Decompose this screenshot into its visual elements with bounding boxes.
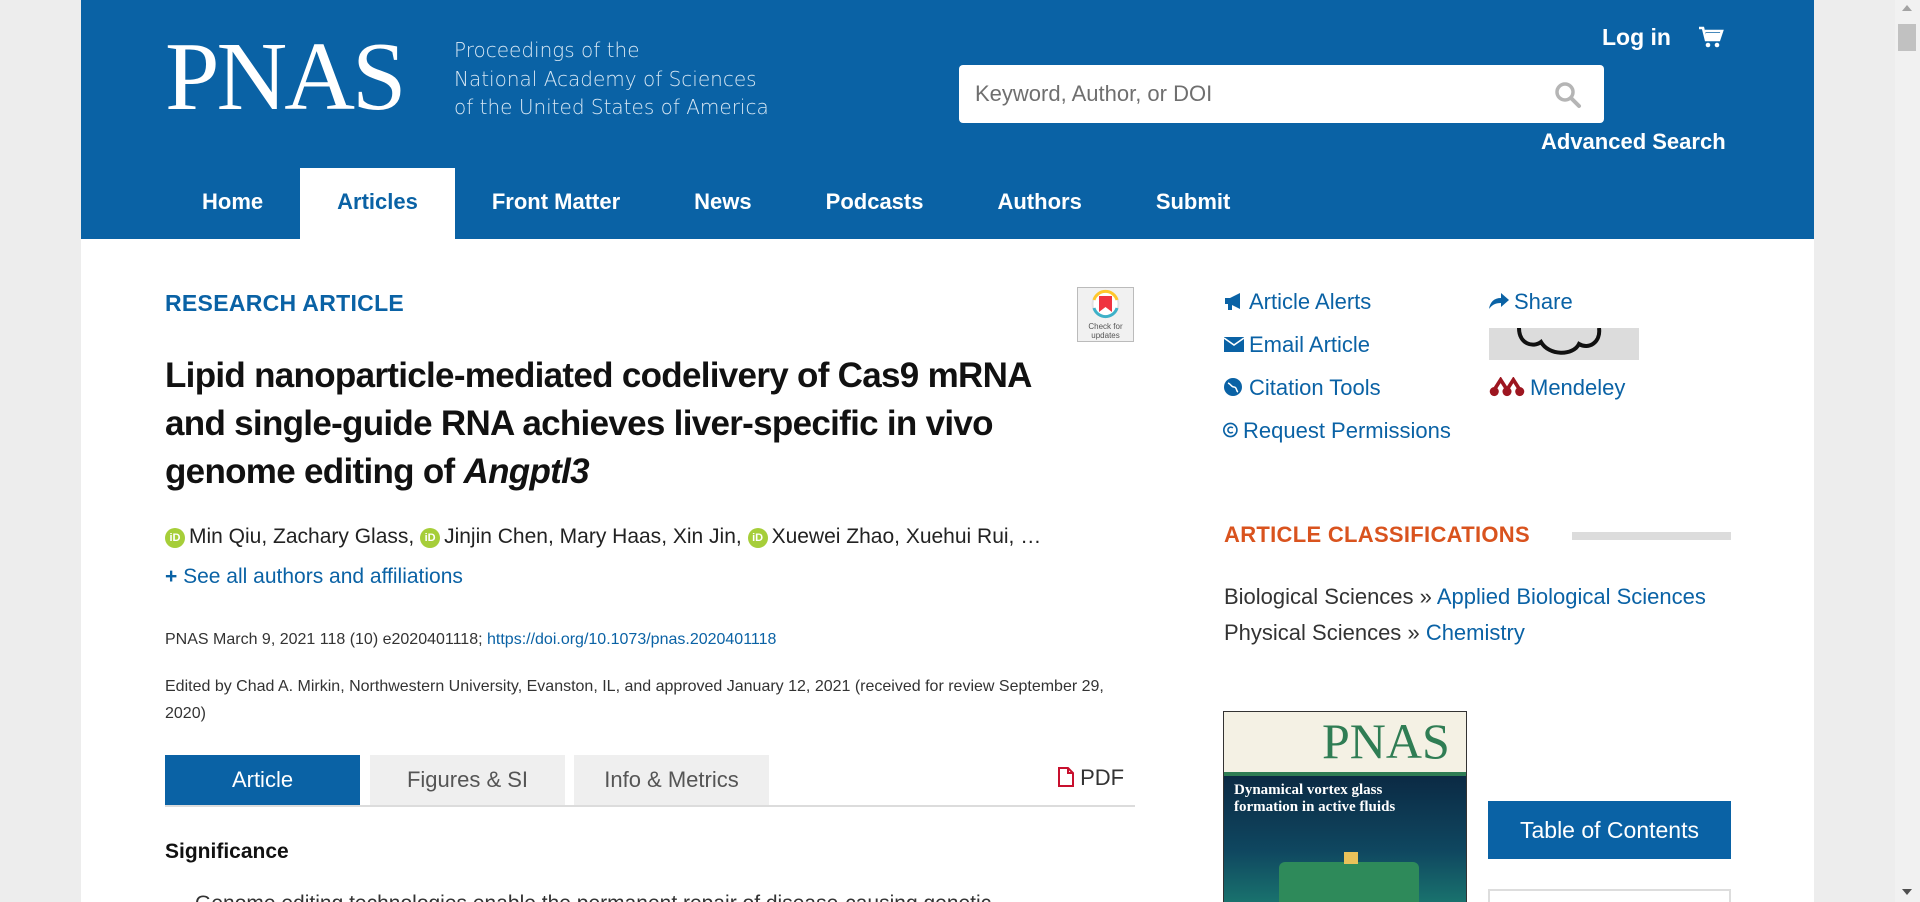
cart-icon[interactable] <box>1698 25 1724 49</box>
tagline-line: Proceedings of the <box>454 38 640 62</box>
cloud-icon <box>1517 328 1602 355</box>
main-nav: Home Articles Front Matter News Podcasts… <box>165 168 1267 239</box>
nav-home[interactable]: Home <box>165 168 300 239</box>
see-all-authors-link[interactable]: + See all authors and affiliations <box>165 565 463 589</box>
classification-category: Biological Sciences <box>1224 584 1414 609</box>
pdf-label: PDF <box>1080 765 1125 790</box>
classification-row: Physical Sciences » Chemistry <box>1224 620 1525 646</box>
authors-ellipsis: … <box>1020 525 1042 548</box>
orcid-icon[interactable]: iD <box>165 528 185 548</box>
cover-logo: PNAS <box>1322 713 1450 769</box>
author-name[interactable]: Min Qiu <box>189 525 261 548</box>
mendeley-label: Mendeley <box>1530 375 1626 400</box>
article-type-label: RESEARCH ARTICLE <box>165 290 405 316</box>
classification-separator: » <box>1407 620 1420 645</box>
edited-by-note: Edited by Chad A. Mirkin, Northwestern U… <box>165 678 1104 722</box>
doi-link[interactable]: https://doi.org/10.1073/pnas.2020401118 <box>487 631 776 648</box>
nav-authors[interactable]: Authors <box>960 168 1118 239</box>
author-name[interactable]: Zachary Glass <box>273 525 408 548</box>
globe-icon <box>1224 378 1242 396</box>
share-label: Share <box>1514 289 1573 314</box>
envelope-icon <box>1223 337 1245 352</box>
author-name[interactable]: Xuewei Zhao <box>772 525 895 548</box>
see-all-label: See all authors and affiliations <box>183 565 463 588</box>
classification-row: Biological Sciences » Applied Biological… <box>1224 584 1706 610</box>
email-article-link[interactable]: Email Article <box>1223 332 1370 358</box>
article-title: Lipid nanoparticle-mediated codelivery o… <box>165 352 1085 496</box>
megaphone-icon <box>1225 293 1240 310</box>
nav-submit[interactable]: Submit <box>1119 168 1268 239</box>
share-widget-placeholder <box>1489 328 1639 360</box>
pdf-link[interactable]: PDF <box>1058 765 1124 791</box>
tab-info-metrics[interactable]: Info & Metrics <box>574 755 769 805</box>
author-name[interactable]: Jinjin Chen <box>444 525 548 548</box>
article-alerts-label: Article Alerts <box>1249 289 1372 314</box>
cover-device <box>1279 862 1419 902</box>
citation-line: PNAS March 9, 2021 118 (10) e2020401118;… <box>165 631 776 649</box>
heading-divider <box>1572 532 1731 540</box>
site-header: PNAS Proceedings of the National Academy… <box>81 0 1814 239</box>
significance-heading: Significance <box>165 840 289 863</box>
citation-tools-label: Citation Tools <box>1249 375 1381 400</box>
classification-link[interactable]: Chemistry <box>1426 620 1525 645</box>
citation-tools-link[interactable]: Citation Tools <box>1223 375 1381 401</box>
classification-category: Physical Sciences <box>1224 620 1402 645</box>
cover-headline: Dynamical vortex glass formation in acti… <box>1234 782 1396 815</box>
search-input[interactable] <box>959 65 1539 123</box>
nav-podcasts[interactable]: Podcasts <box>789 168 961 239</box>
check-updates-label: Check for updates <box>1088 322 1123 340</box>
share-link[interactable]: Share <box>1488 289 1573 315</box>
article-title-main: Lipid nanoparticle-mediated codelivery o… <box>165 356 1031 491</box>
login-link[interactable]: Log in <box>1602 24 1671 51</box>
nav-news[interactable]: News <box>657 168 788 239</box>
nav-articles[interactable]: Articles <box>300 168 455 239</box>
tagline-line: National Academy of Sciences <box>454 66 757 91</box>
plus-icon: + <box>165 565 178 588</box>
author-name[interactable]: Mary Haas <box>560 525 662 548</box>
table-of-contents-button[interactable]: Table of Contents <box>1488 801 1731 859</box>
email-article-label: Email Article <box>1249 332 1371 357</box>
scroll-up-arrow-icon[interactable] <box>1902 5 1912 11</box>
significance-text: Genome editing technologies enable the p… <box>195 892 991 902</box>
article-title-gene: Angptl3 <box>463 452 590 491</box>
copyright-icon <box>1223 422 1238 438</box>
citation-text: PNAS March 9, 2021 118 (10) e2020401118; <box>165 631 487 648</box>
cover-glow <box>1344 852 1358 864</box>
pdf-file-icon <box>1058 767 1074 787</box>
article-classifications-heading: ARTICLE CLASSIFICATIONS <box>1224 522 1530 547</box>
advanced-search-link[interactable]: Advanced Search <box>1541 129 1726 155</box>
classification-separator: » <box>1419 584 1432 609</box>
scrollbar-thumb[interactable] <box>1898 24 1916 51</box>
vertical-scrollbar[interactable] <box>1895 0 1920 902</box>
request-permissions-link[interactable]: Request Permissions <box>1223 418 1451 444</box>
mendeley-link[interactable]: Mendeley <box>1488 375 1625 401</box>
article-alerts-link[interactable]: Article Alerts <box>1223 289 1371 315</box>
check-for-updates-badge[interactable]: Check for updates <box>1077 287 1134 342</box>
orcid-icon[interactable]: iD <box>747 528 768 548</box>
crossmark-icon <box>1091 290 1120 318</box>
nav-front-matter[interactable]: Front Matter <box>455 168 657 239</box>
author-list: iD Min Qiu, Zachary Glass, iD Jinjin Chen,… <box>165 525 1125 549</box>
orcid-icon[interactable]: iD <box>420 528 441 548</box>
scroll-down-arrow-icon[interactable] <box>1902 889 1912 895</box>
mendeley-icon <box>1489 377 1525 397</box>
page: PNAS Proceedings of the National Academy… <box>81 0 1814 902</box>
journal-cover-image[interactable]: PNAS Dynamical vortex glass formation in… <box>1223 711 1467 902</box>
author-name[interactable]: Xin Jin <box>673 525 736 548</box>
search-icon[interactable] <box>1554 81 1582 109</box>
toc-panel <box>1488 889 1731 902</box>
tab-article[interactable]: Article <box>165 755 360 805</box>
request-permissions-label: Request Permissions <box>1243 418 1451 443</box>
tab-figures-si[interactable]: Figures & SI <box>370 755 565 805</box>
article-tabs: Article Figures & SI Info & Metrics <box>165 755 1135 807</box>
search-box <box>959 65 1604 123</box>
classification-link[interactable]: Applied Biological Sciences <box>1437 584 1706 609</box>
tagline-line: of the United States of America <box>454 95 769 119</box>
pnas-logo[interactable]: PNAS <box>165 28 407 126</box>
journal-tagline: Proceedings of the National Academy of S… <box>454 36 769 122</box>
share-arrow-icon <box>1489 293 1509 309</box>
author-name[interactable]: Xuehui Rui <box>906 525 1009 548</box>
